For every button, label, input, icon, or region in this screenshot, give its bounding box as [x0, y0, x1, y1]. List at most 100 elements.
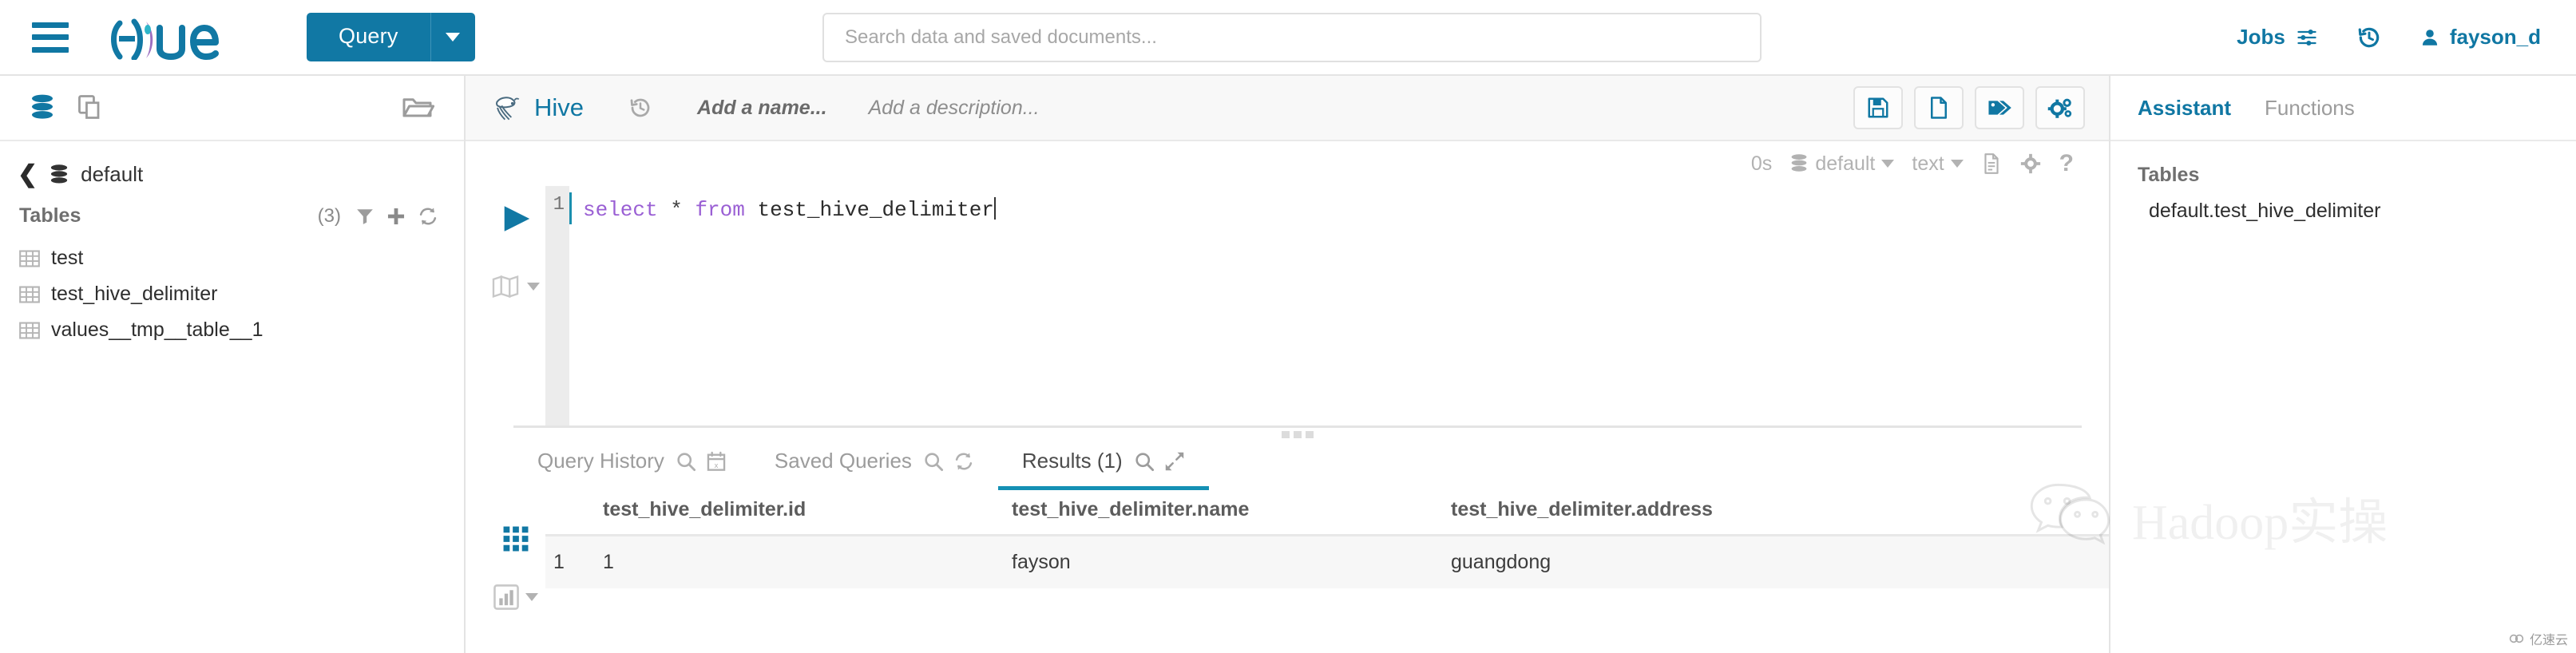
chevron-left-icon[interactable]: ❮	[18, 163, 38, 187]
file-document-icon	[1927, 96, 1951, 120]
query-editor-panel: Hive Add a name... Add a description...	[466, 76, 2110, 653]
tables-actions: (3)	[318, 205, 438, 228]
engine-selector[interactable]: Hive	[491, 92, 584, 124]
code-editor[interactable]: 1 select * from test_hive_delimiter	[545, 186, 2109, 425]
tab-functions[interactable]: Functions	[2265, 96, 2355, 121]
results-table-container: test_hive_delimiter.id test_hive_delimit…	[466, 490, 2109, 653]
sidebar-open-folder-button[interactable]	[402, 92, 435, 125]
query-name-input[interactable]: Add a name...	[697, 97, 827, 120]
row-index: 1	[545, 551, 603, 574]
tab-query-history[interactable]: Query History x	[513, 449, 751, 490]
editor-status-toolbar: 0s default text	[466, 141, 2109, 186]
filter-icon[interactable]	[355, 207, 375, 226]
search-icon[interactable]	[1134, 451, 1155, 472]
plus-icon[interactable]	[386, 206, 406, 227]
column-header[interactable]: test_hive_delimiter.id	[603, 498, 1012, 521]
user-menu[interactable]: fayson_d	[2419, 25, 2541, 49]
calendar-x-icon[interactable]: x	[706, 451, 727, 472]
new-document-button[interactable]	[1914, 86, 1964, 129]
sql-table-name: test_hive_delimiter	[745, 198, 994, 222]
user-icon	[2419, 26, 2440, 49]
table-grid-icon	[19, 285, 40, 304]
sql-editor-area: 1 select * from test_hive_delimiter	[466, 186, 2109, 425]
breadcrumb[interactable]: ❮ default	[18, 162, 438, 187]
search-icon[interactable]	[923, 451, 944, 472]
query-description-input[interactable]: Add a description...	[869, 97, 1040, 120]
tables-header: Tables (3)	[18, 204, 438, 228]
format-label: text	[1912, 152, 1944, 176]
file-lines-icon[interactable]	[1981, 152, 2002, 175]
table-list-item[interactable]: test_hive_delimiter	[18, 276, 438, 312]
tab-assistant[interactable]: Assistant	[2138, 96, 2231, 121]
tab-label: Saved Queries	[775, 449, 912, 473]
refresh-icon[interactable]	[418, 206, 438, 227]
question-mark-icon[interactable]: ?	[2059, 150, 2074, 177]
tab-icons: x	[676, 451, 727, 472]
sidebar-body: ❮ default Tables (3)	[0, 141, 464, 348]
query-button[interactable]: Query	[307, 13, 430, 61]
database-icon	[1789, 153, 1809, 174]
query-map-button[interactable]	[492, 275, 540, 299]
run-query-button[interactable]	[500, 204, 532, 238]
global-search[interactable]	[822, 13, 1762, 62]
main-layout: ❮ default Tables (3)	[0, 76, 2576, 653]
history-clock-icon	[628, 96, 652, 120]
settings-button[interactable]	[2035, 86, 2085, 129]
play-run-icon	[500, 204, 532, 234]
hive-bee-icon	[491, 92, 523, 124]
grid-view-icon[interactable]	[502, 525, 529, 552]
database-selector[interactable]: default	[1789, 152, 1894, 176]
tab-icons	[923, 451, 974, 472]
editor-history-button[interactable]	[628, 96, 652, 120]
chevron-down-icon	[525, 593, 538, 601]
resize-grip-icon[interactable]	[1282, 431, 1314, 438]
assistant-section-title: Tables	[2138, 164, 2549, 187]
table-row[interactable]: 1 1 fayson guangdong	[545, 536, 2109, 588]
tags-button[interactable]	[1975, 86, 2024, 129]
chart-view-button[interactable]	[493, 584, 538, 610]
search-icon[interactable]	[676, 451, 696, 472]
expand-arrows-icon[interactable]	[1164, 451, 1185, 472]
query-dropdown-caret[interactable]	[430, 13, 475, 61]
gear-icon[interactable]	[2019, 152, 2042, 175]
editor-toolbar-buttons	[1853, 86, 2085, 129]
documents-icon[interactable]	[77, 93, 105, 122]
jobs-button[interactable]: Jobs	[2237, 25, 2319, 49]
tables-list: test test_hive_delimiter	[18, 240, 438, 348]
history-button[interactable]	[2356, 25, 2383, 50]
database-icon[interactable]	[29, 93, 56, 122]
table-cell: fayson	[1012, 551, 1451, 574]
refresh-icon[interactable]	[953, 451, 974, 472]
assistant-panel: Assistant Functions Tables default.test_…	[2110, 76, 2576, 653]
floppy-save-icon	[1866, 96, 1890, 120]
cloud-icon	[2509, 632, 2525, 645]
column-header[interactable]: test_hive_delimiter.address	[1451, 498, 2109, 521]
table-grid-icon	[19, 249, 40, 268]
assistant-table-item[interactable]: default.test_hive_delimiter	[2138, 200, 2549, 223]
text-cursor	[994, 197, 996, 220]
open-folder-icon	[402, 92, 435, 121]
tab-results[interactable]: Results (1)	[998, 449, 1209, 490]
chevron-down-icon	[527, 283, 540, 291]
table-list-item[interactable]: test	[18, 240, 438, 276]
search-input[interactable]	[822, 13, 1762, 62]
sql-text[interactable]: select * from test_hive_delimiter	[572, 186, 2109, 425]
sliders-icon	[2295, 26, 2319, 49]
editor-resize-divider[interactable]	[513, 425, 2082, 428]
gears-icon	[2047, 96, 2073, 120]
execution-time: 0s	[1751, 152, 1772, 176]
query-button-group[interactable]: Query	[307, 13, 475, 61]
column-header[interactable]: test_hive_delimiter.name	[1012, 498, 1451, 521]
hue-logo-icon	[110, 15, 246, 60]
chevron-down-icon	[1951, 160, 1964, 168]
tab-saved-queries[interactable]: Saved Queries	[751, 449, 998, 490]
hue-logo[interactable]	[110, 15, 246, 60]
save-button[interactable]	[1853, 86, 1903, 129]
tab-label: Query History	[537, 449, 664, 473]
assistant-tab-bar: Assistant Functions	[2110, 76, 2576, 141]
format-selector[interactable]: text	[1912, 152, 1963, 176]
table-list-item[interactable]: values__tmp__table__1	[18, 312, 438, 348]
jobs-label: Jobs	[2237, 25, 2285, 49]
map-book-icon	[492, 275, 519, 299]
hamburger-menu-icon[interactable]	[32, 22, 69, 53]
